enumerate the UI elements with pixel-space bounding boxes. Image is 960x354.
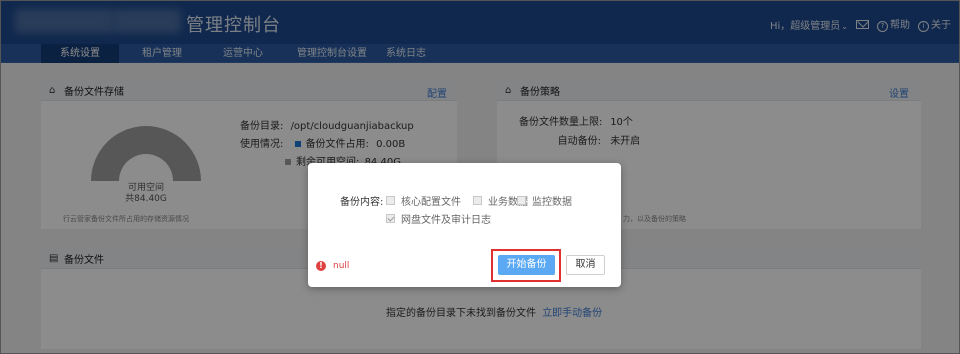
option-netdisk-audit[interactable]: 网盘文件及审计日志 <box>386 211 491 226</box>
error-text: null <box>333 261 350 271</box>
option-core-config[interactable]: 核心配置文件 <box>386 193 461 208</box>
backup-dialog: 备份内容: 核心配置文件 业务数据 监控数据 网盘文件及审计日志 ! null … <box>308 163 621 287</box>
error-message: ! null <box>316 261 349 271</box>
error-icon: ! <box>316 261 326 271</box>
option-netdisk-audit-label: 网盘文件及审计日志 <box>401 215 491 226</box>
checkbox-business-data[interactable] <box>473 196 482 205</box>
option-monitor-data-label: 监控数据 <box>532 197 572 208</box>
cancel-button[interactable]: 取消 <box>566 255 605 275</box>
backup-content-label: 备份内容: <box>340 197 384 208</box>
checkbox-netdisk-audit[interactable] <box>386 214 395 223</box>
option-core-config-label: 核心配置文件 <box>401 197 461 208</box>
start-backup-button[interactable]: 开始备份 <box>498 255 555 275</box>
app-window: 管理控制台 Hi，超级管理员⌄ ? 帮助 i 关于 系统设置 租户管理 运营中心 管… <box>0 0 960 354</box>
checkbox-monitor-data[interactable] <box>517 196 526 205</box>
checkbox-core-config[interactable] <box>386 196 395 205</box>
option-monitor-data[interactable]: 监控数据 <box>517 193 572 208</box>
